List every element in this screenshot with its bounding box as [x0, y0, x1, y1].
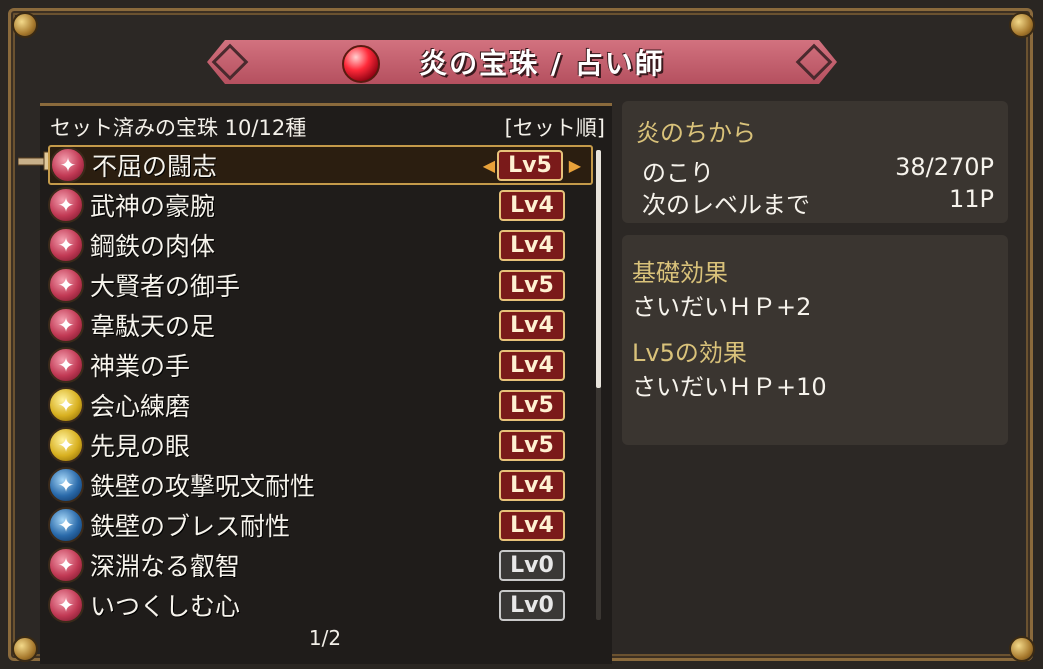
gem-name: いつくしむ心 — [90, 592, 241, 621]
gem-row[interactable]: ✦ 大賢者の御手 Lv5 — [48, 265, 593, 305]
gem-name: 韋駄天の足 — [90, 312, 216, 341]
level-badge: Lv4 — [499, 349, 565, 381]
base-effect-title: 基礎効果 — [632, 259, 728, 287]
level-badge: Lv4 — [499, 309, 565, 341]
level-badge: Lv5 — [497, 149, 563, 181]
level-badge: Lv4 — [499, 189, 565, 221]
fire-gem-icon: ✦ — [48, 587, 84, 623]
corner-ornament — [1009, 12, 1035, 38]
fire-gem-icon: ✦ — [48, 227, 84, 263]
scrollbar-thumb[interactable] — [596, 150, 601, 388]
gem-row[interactable]: ✦ 先見の眼 Lv5 — [48, 425, 593, 465]
page-title: 炎の宝珠 / 占い師 — [419, 47, 665, 80]
remaining-label: のこり — [642, 159, 714, 187]
level-badge: Lv5 — [499, 429, 565, 461]
gem-row[interactable]: ✦ 不屈の闘志 ◀ ▶ Lv5 — [48, 145, 593, 185]
gem-row[interactable]: ✦ いつくしむ心 Lv0 — [48, 585, 593, 625]
gem-row[interactable]: ✦ 鉄壁の攻撃呪文耐性 Lv4 — [48, 465, 593, 505]
gem-name: 会心練磨 — [90, 392, 191, 421]
gem-row[interactable]: ✦ 武神の豪腕 Lv4 — [48, 185, 593, 225]
page-indicator: 1/2 — [308, 626, 342, 650]
gem-name: 神業の手 — [90, 352, 191, 381]
sort-order-button[interactable]: [セット順] — [505, 112, 605, 142]
power-card: 炎のちから のこり 38/270P 次のレベルまで 11P — [622, 101, 1008, 223]
gem-name: 鉄壁のブレス耐性 — [90, 512, 291, 541]
set-count-label: セット済みの宝珠 10/12種 — [50, 116, 307, 140]
corner-ornament — [1009, 636, 1035, 662]
water-gem-icon: ✦ — [48, 467, 84, 503]
level-badge: Lv0 — [499, 589, 565, 621]
light-gem-icon: ✦ — [48, 387, 84, 423]
gem-row[interactable]: ✦ 鋼鉄の肉体 Lv4 — [48, 225, 593, 265]
gem-name: 鋼鉄の肉体 — [90, 232, 216, 261]
gem-row[interactable]: ✦ 深淵なる叡智 Lv0 — [48, 545, 593, 585]
gem-row[interactable]: ✦ 韋駄天の足 Lv4 — [48, 305, 593, 345]
level-badge: Lv0 — [499, 549, 565, 581]
level-badge: Lv4 — [499, 509, 565, 541]
fire-gem-icon: ✦ — [48, 347, 84, 383]
level-effect-title: Lv5の効果 — [632, 339, 747, 367]
power-title: 炎のちから — [636, 119, 756, 147]
next-level-value: 11P — [948, 185, 994, 213]
level-decrease-arrow-icon[interactable]: ◀ — [483, 156, 495, 175]
next-level-label: 次のレベルまで — [642, 191, 810, 219]
level-effect-text: さいだいＨＰ+10 — [632, 373, 827, 401]
corner-ornament — [12, 636, 38, 662]
title-banner: 炎の宝珠 / 占い師 — [207, 40, 837, 84]
water-gem-icon: ✦ — [48, 507, 84, 543]
gem-name: 深淵なる叡智 — [90, 552, 241, 581]
gem-list: ✦ 不屈の闘志 ◀ ▶ Lv5 ✦ 武神の豪腕 Lv4 ✦ 鋼鉄の肉体 Lv4 ✦ 大賢者の御手 Lv5 ✦… — [48, 145, 593, 625]
gem-name: 武神の豪腕 — [90, 192, 216, 221]
level-increase-arrow-icon[interactable]: ▶ — [569, 156, 581, 175]
fire-gem-icon: ✦ — [48, 267, 84, 303]
gem-name: 大賢者の御手 — [90, 272, 241, 301]
gem-row[interactable]: ✦ 会心練磨 Lv5 — [48, 385, 593, 425]
level-badge: Lv4 — [499, 469, 565, 501]
level-badge: Lv5 — [499, 269, 565, 301]
gem-name: 先見の眼 — [90, 432, 191, 461]
fire-gem-icon: ✦ — [48, 547, 84, 583]
fire-gem-icon: ✦ — [48, 187, 84, 223]
gem-name: 鉄壁の攻撃呪文耐性 — [90, 472, 316, 501]
gem-row[interactable]: ✦ 神業の手 Lv4 — [48, 345, 593, 385]
fire-gem-icon: ✦ — [48, 307, 84, 343]
gem-name: 不屈の闘志 — [92, 152, 218, 181]
level-badge: Lv5 — [499, 389, 565, 421]
gem-row[interactable]: ✦ 鉄壁のブレス耐性 Lv4 — [48, 505, 593, 545]
base-effect-text: さいだいＨＰ+2 — [632, 293, 812, 321]
fire-gem-icon: ✦ — [50, 147, 86, 183]
remaining-value: 38/270P — [895, 153, 994, 181]
corner-ornament — [12, 12, 38, 38]
gem-list-header: セット済みの宝珠 10/12種 [セット順] — [50, 113, 605, 141]
level-badge: Lv4 — [499, 229, 565, 261]
light-gem-icon: ✦ — [48, 427, 84, 463]
effects-card: 基礎効果 さいだいＨＰ+2 Lv5の効果 さいだいＨＰ+10 — [622, 235, 1008, 445]
fire-orb-icon — [342, 45, 380, 83]
